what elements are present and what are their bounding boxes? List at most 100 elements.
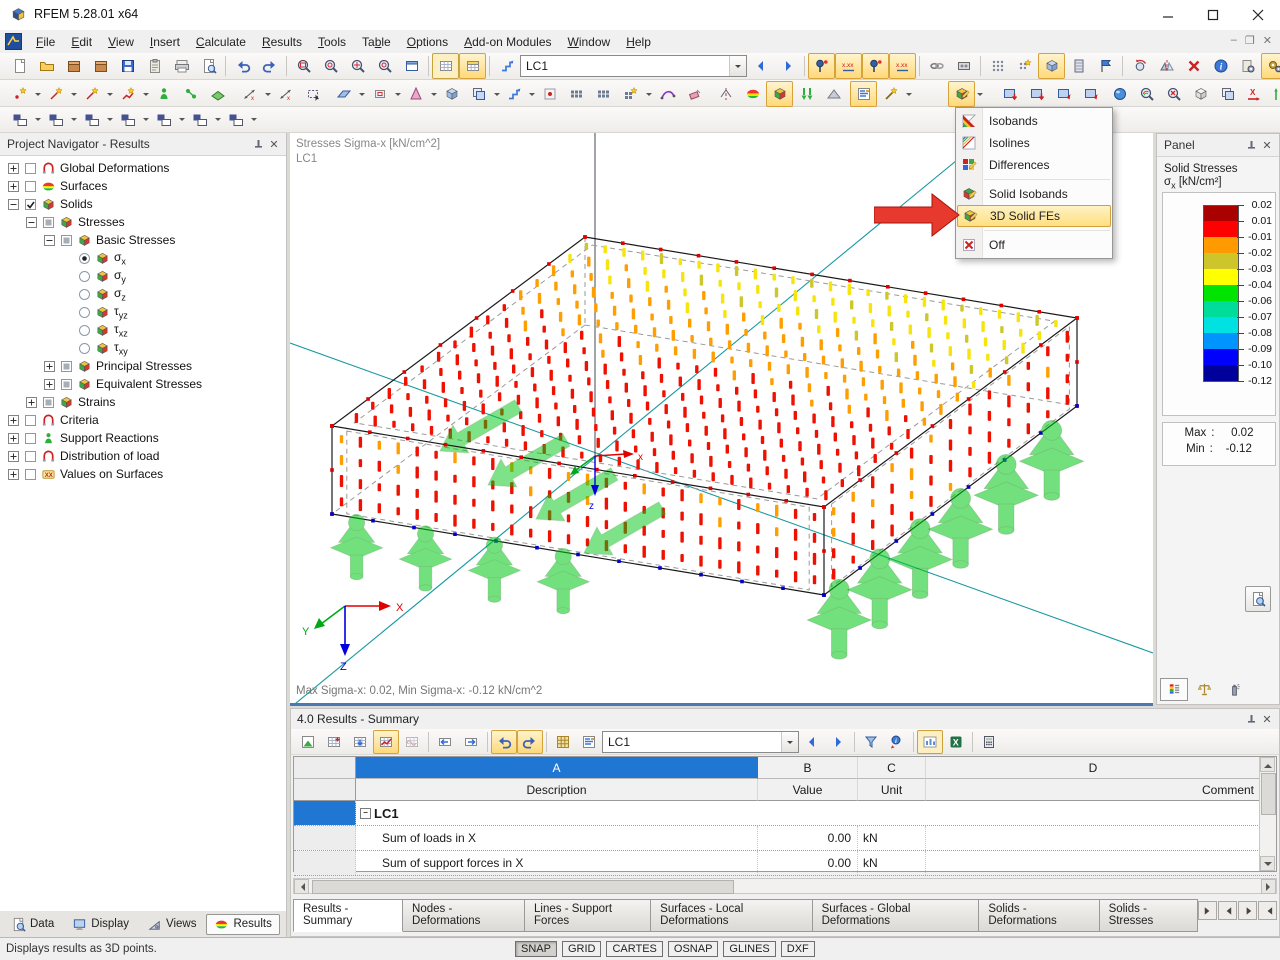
table-row[interactable]: Sum of loads in X0.00kN [294, 826, 1276, 851]
view-xy-dropdown-icon[interactable] [69, 108, 78, 132]
scroll-down-button[interactable] [1260, 856, 1275, 871]
panel-tab-color-scale[interactable] [1160, 678, 1188, 701]
result-info-button[interactable]: i [884, 730, 910, 754]
results-table[interactable]: ABCDDescriptionValueUnitComment−LC1Sum o… [293, 756, 1277, 872]
view-yz-dropdown-icon[interactable] [141, 108, 150, 132]
new-opening-button[interactable] [366, 81, 393, 107]
close-all-windows-button[interactable] [1023, 81, 1050, 107]
close-panel-icon[interactable]: ✕ [1259, 137, 1275, 153]
clipboard-button[interactable] [141, 53, 168, 79]
insert-line-type-button[interactable] [78, 81, 105, 107]
view-isometric-button[interactable] [150, 107, 177, 133]
mdi-close-icon[interactable]: ✕ [1263, 34, 1272, 47]
table-tab-lines-support-forces[interactable]: Lines - Support Forces [525, 899, 651, 932]
result-values-button[interactable]: x.xx [835, 53, 862, 79]
dimension-dropdown-icon[interactable] [263, 82, 272, 106]
view-xz-button[interactable] [78, 107, 105, 133]
menu-item-off[interactable]: Off [956, 234, 1112, 256]
insert-line-dropdown-icon[interactable] [69, 82, 78, 106]
tree-expander-icon[interactable] [8, 163, 19, 174]
view-xz-dropdown-icon[interactable] [105, 108, 114, 132]
menu-results[interactable]: Results [254, 32, 310, 52]
tab-nav-last-button[interactable] [1258, 901, 1277, 920]
settings-button[interactable] [1234, 53, 1261, 79]
view-xy-button[interactable] [42, 107, 69, 133]
status-toggle-snap[interactable]: SNAP [515, 941, 557, 957]
filter-button[interactable] [858, 730, 884, 754]
table-diagram-button[interactable] [917, 730, 943, 754]
tab-nav-first-button[interactable] [1198, 901, 1217, 920]
solid-cube-button[interactable] [438, 81, 465, 107]
tree-radio[interactable] [78, 270, 91, 283]
tree-expander-icon[interactable] [8, 433, 19, 444]
scrollbar-thumb[interactable] [1261, 773, 1276, 815]
tree-item--xy[interactable]: τxy [0, 339, 286, 357]
tree-item--y[interactable]: σy [0, 267, 286, 285]
tree-expander-icon[interactable] [26, 217, 37, 228]
combo-dropdown-icon[interactable] [729, 56, 746, 76]
menu-add-on-modules[interactable]: Add-on Modules [456, 32, 559, 52]
zoom-all-button[interactable] [344, 53, 371, 79]
save-button[interactable] [114, 53, 141, 79]
model-generator-button[interactable] [1065, 53, 1092, 79]
menu-item-isolines[interactable]: Isolines [956, 132, 1112, 154]
table-chart-button[interactable] [373, 730, 399, 754]
row-header[interactable] [294, 851, 356, 875]
table-row[interactable]: Sum of support forces in X0.00kN [294, 851, 1276, 876]
show-deformed-button[interactable] [862, 53, 889, 79]
table-import-button[interactable] [347, 730, 373, 754]
generate-mesh-button[interactable] [923, 53, 950, 79]
select-special-button[interactable] [299, 81, 326, 107]
mirror-view-button[interactable] [1153, 53, 1180, 79]
table-overview-button[interactable] [295, 730, 321, 754]
menu-item-solid-isobands[interactable]: Solid Isobands [956, 183, 1112, 205]
undo-button[interactable] [229, 53, 256, 79]
connect-lines-button[interactable] [500, 81, 527, 107]
table-layout-button[interactable] [459, 53, 486, 79]
next-load-case-button[interactable] [774, 53, 801, 79]
insert-polyline-dropdown-icon[interactable] [141, 82, 150, 106]
view-xyz-button[interactable] [6, 107, 33, 133]
tree-expander-icon[interactable] [8, 181, 19, 192]
project-info-button[interactable]: i [1207, 53, 1234, 79]
mdi-restore-icon[interactable]: ❐ [1245, 34, 1255, 47]
tree-expander-icon[interactable] [26, 397, 37, 408]
generate-node-button[interactable] [536, 81, 563, 107]
copy-view-button[interactable] [1214, 81, 1241, 107]
close-button[interactable] [1235, 0, 1280, 29]
tree-item--xz[interactable]: τxz [0, 321, 286, 339]
table-add-button[interactable] [321, 730, 347, 754]
color-scale-legend[interactable]: 0.020.01-0.01-0.02-0.03-0.04-0.06-0.07-0… [1162, 192, 1276, 416]
move-view-button[interactable] [371, 53, 398, 79]
visual-objects-button[interactable] [877, 81, 904, 107]
surface-results-button[interactable] [739, 81, 766, 107]
fe-mesh-settings-button[interactable] [1011, 53, 1038, 79]
line-support-button[interactable] [177, 81, 204, 107]
menu-insert[interactable]: Insert [142, 32, 188, 52]
table-tab-solids-stresses[interactable]: Solids - Stresses [1100, 899, 1198, 932]
view-user-2-button[interactable] [222, 107, 249, 133]
tree-item--x[interactable]: σx [0, 249, 286, 267]
pin-icon[interactable] [1243, 711, 1259, 727]
tree-checkbox[interactable] [24, 414, 37, 427]
close-window-x-button[interactable] [996, 81, 1023, 107]
insert-line-type-dropdown-icon[interactable] [105, 82, 114, 106]
navigator-tab-display[interactable]: Display [64, 914, 137, 935]
tree-expander-icon[interactable] [8, 415, 19, 426]
status-toggle-osnap[interactable]: OSNAP [668, 941, 719, 957]
tab-nav-prev-button[interactable] [1218, 901, 1237, 920]
tree-item-strains[interactable]: Strains [0, 393, 286, 411]
status-toggle-glines[interactable]: GLINES [723, 941, 775, 957]
tree-item-values-on-surfaces[interactable]: XXValues on Surfaces [0, 465, 286, 483]
solid-section-button[interactable] [820, 81, 847, 107]
show-results-button[interactable] [808, 53, 835, 79]
column-letter-A[interactable]: A [356, 757, 758, 779]
menu-view[interactable]: View [100, 32, 142, 52]
tree-item-criteria[interactable]: Criteria [0, 411, 286, 429]
tree-expander-icon[interactable] [8, 451, 19, 462]
results-display-mode-dropdown-icon[interactable] [975, 82, 984, 106]
tree-item-distribution-of-load[interactable]: Distribution of load [0, 447, 286, 465]
delete-results-button[interactable] [1180, 53, 1207, 79]
collapse-icon[interactable]: − [360, 808, 371, 819]
nodal-support-button[interactable] [150, 81, 177, 107]
